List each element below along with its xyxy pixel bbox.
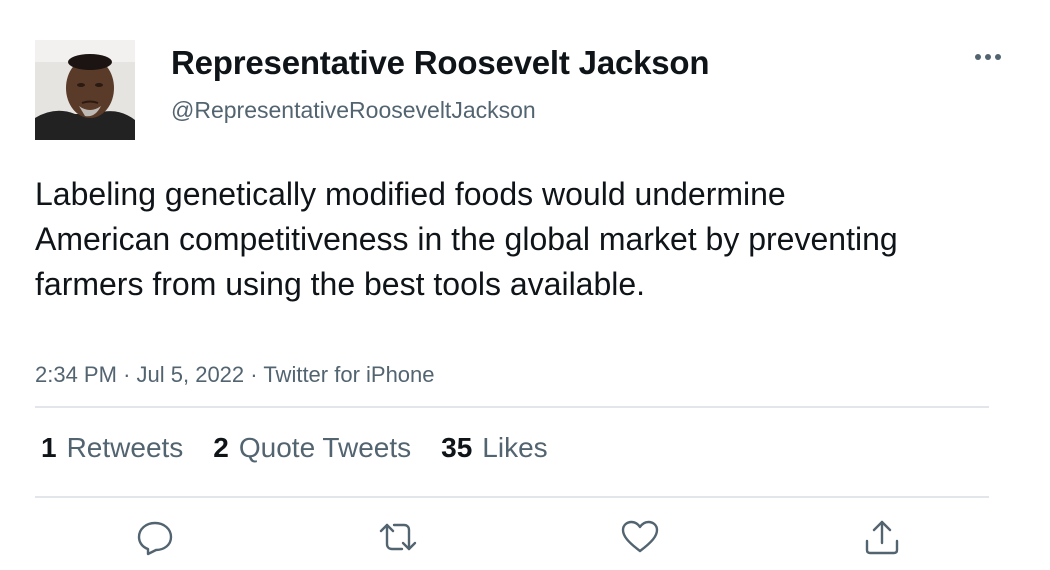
quotes-count: 2 xyxy=(213,432,229,463)
like-button[interactable] xyxy=(620,517,660,557)
likes-stat[interactable]: 35 Likes xyxy=(441,432,548,464)
share-button[interactable] xyxy=(862,517,902,557)
share-icon xyxy=(865,520,899,555)
avatar-photo xyxy=(35,40,135,140)
tweet-stats: 1 Retweets 2 Quote Tweets 35 Likes xyxy=(41,432,548,464)
more-icon xyxy=(975,54,1001,60)
meta-separator: · xyxy=(123,362,131,387)
more-options-button[interactable] xyxy=(968,42,1008,72)
heart-icon xyxy=(621,520,659,553)
quote-tweets-stat[interactable]: 2 Quote Tweets xyxy=(213,432,411,464)
user-handle[interactable]: @RepresentativeRooseveltJackson xyxy=(171,97,536,124)
likes-label: Likes xyxy=(482,432,548,463)
quotes-label: Quote Tweets xyxy=(238,432,412,463)
retweets-count: 1 xyxy=(41,432,57,463)
tweet-time[interactable]: 2:34 PM xyxy=(35,362,117,387)
retweets-label: Retweets xyxy=(66,432,184,463)
divider xyxy=(35,496,989,498)
likes-count: 35 xyxy=(441,432,473,463)
reply-button[interactable] xyxy=(135,517,175,557)
tweet-date[interactable]: Jul 5, 2022 xyxy=(137,362,245,387)
retweets-stat[interactable]: 1 Retweets xyxy=(41,432,183,464)
divider xyxy=(35,406,989,408)
reply-icon xyxy=(137,521,173,556)
meta-separator: · xyxy=(250,362,258,387)
tweet-meta: 2:34 PM · Jul 5, 2022 · Twitter for iPho… xyxy=(35,362,435,388)
retweet-button[interactable] xyxy=(378,517,418,557)
avatar[interactable] xyxy=(35,40,135,140)
tweet-source[interactable]: Twitter for iPhone xyxy=(263,362,434,387)
tweet-text: Labeling genetically modified foods woul… xyxy=(35,176,898,302)
retweet-icon xyxy=(379,523,417,551)
display-name[interactable]: Representative Roosevelt Jackson xyxy=(171,44,710,82)
